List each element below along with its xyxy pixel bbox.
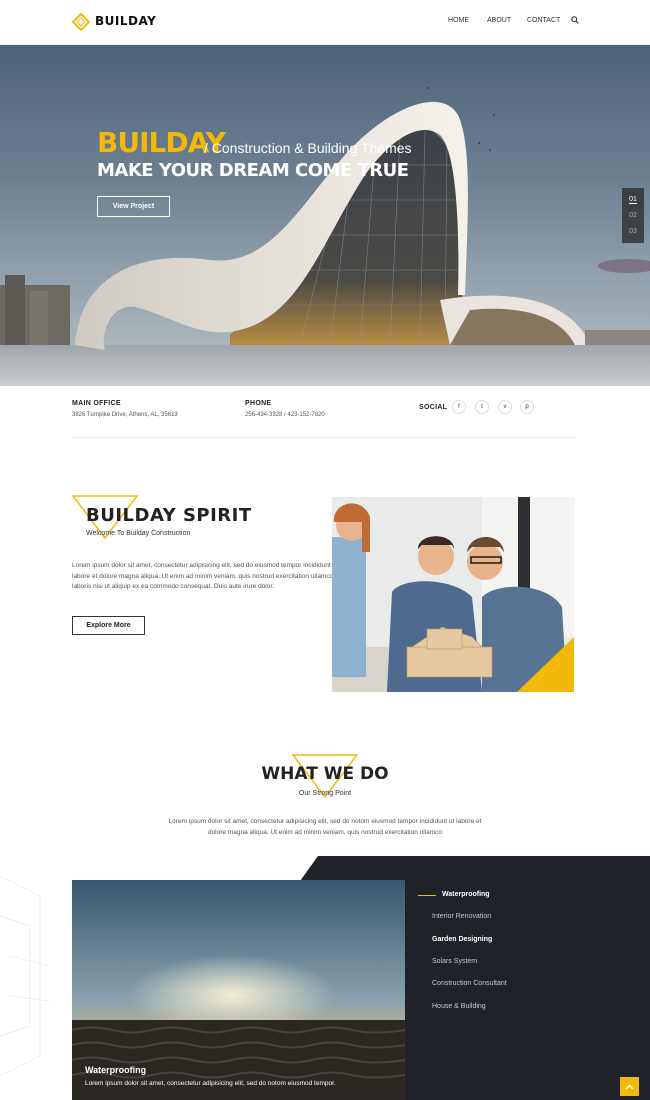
- info-divider: [72, 437, 577, 438]
- service-caption-title: Waterproofing: [85, 1065, 147, 1075]
- service-item-consultant[interactable]: Construction Consultant: [432, 980, 507, 987]
- whatwedo-title: WHAT WE DO: [261, 764, 389, 784]
- social-title: SOCIAL: [419, 404, 448, 411]
- nav-about[interactable]: ABOUT: [487, 17, 511, 24]
- whatwedo-subtitle: Our Strong Point: [298, 790, 352, 797]
- slide-dot-3[interactable]: 03: [629, 228, 637, 235]
- service-item-house[interactable]: House & Building: [432, 1003, 486, 1010]
- service-item-waterproofing[interactable]: Waterproofing: [442, 891, 490, 898]
- office-title: MAIN OFFICE: [72, 400, 121, 407]
- chevron-up-icon: [625, 1083, 634, 1090]
- service-caption-text: Lorem ipsum dolor sit amet, consectetur …: [85, 1080, 336, 1087]
- logo-icon[interactable]: [72, 13, 90, 31]
- nav-contact[interactable]: CONTACT: [527, 17, 560, 24]
- phone-title: PHONE: [245, 400, 272, 407]
- hero-title: MAKE YOUR DREAM COME TRUE: [97, 160, 409, 181]
- service-item-solar[interactable]: Solars System: [432, 958, 477, 965]
- spirit-body: Lorem ipsum dolor sit amet, consectetur …: [72, 562, 338, 590]
- back-to-top-button[interactable]: [620, 1077, 639, 1096]
- logo-text[interactable]: BUILDAY: [95, 14, 156, 28]
- hero-subtitle: / Construction & Building Themes: [204, 140, 412, 156]
- service-item-garden[interactable]: Garden Designing: [432, 936, 492, 943]
- cloud-decor: [598, 259, 650, 273]
- service-item-interior[interactable]: Interior Renovation: [432, 913, 491, 920]
- nav-home[interactable]: HOME: [448, 17, 469, 24]
- facebook-icon[interactable]: f: [452, 400, 466, 414]
- vimeo-icon[interactable]: v: [498, 400, 512, 414]
- phone-numbers: 256-434-3328 / 423-152-7820: [245, 412, 325, 418]
- whatwedo-body: Lorem ipsum dolor sit amet, consectetur …: [168, 818, 482, 836]
- twitter-icon[interactable]: t: [475, 400, 489, 414]
- spirit-subtitle: Welcome To Builday Construction: [86, 530, 191, 537]
- spirit-title: BUILDAY SPIRIT: [86, 505, 252, 526]
- team-photo: [332, 497, 574, 692]
- slide-dot-1[interactable]: 01: [629, 196, 637, 205]
- explore-more-button[interactable]: Explore More: [72, 616, 145, 635]
- pinterest-icon[interactable]: p: [520, 400, 534, 414]
- search-icon[interactable]: [571, 16, 579, 24]
- slide-dot-2[interactable]: 02: [629, 212, 637, 219]
- slider-pagination: 01 02 03: [622, 188, 644, 243]
- office-address: 3826 Turnpike Drive, Athens, AL, 35613: [72, 412, 178, 418]
- active-indicator: [418, 895, 436, 896]
- view-project-button[interactable]: View Project: [97, 196, 170, 217]
